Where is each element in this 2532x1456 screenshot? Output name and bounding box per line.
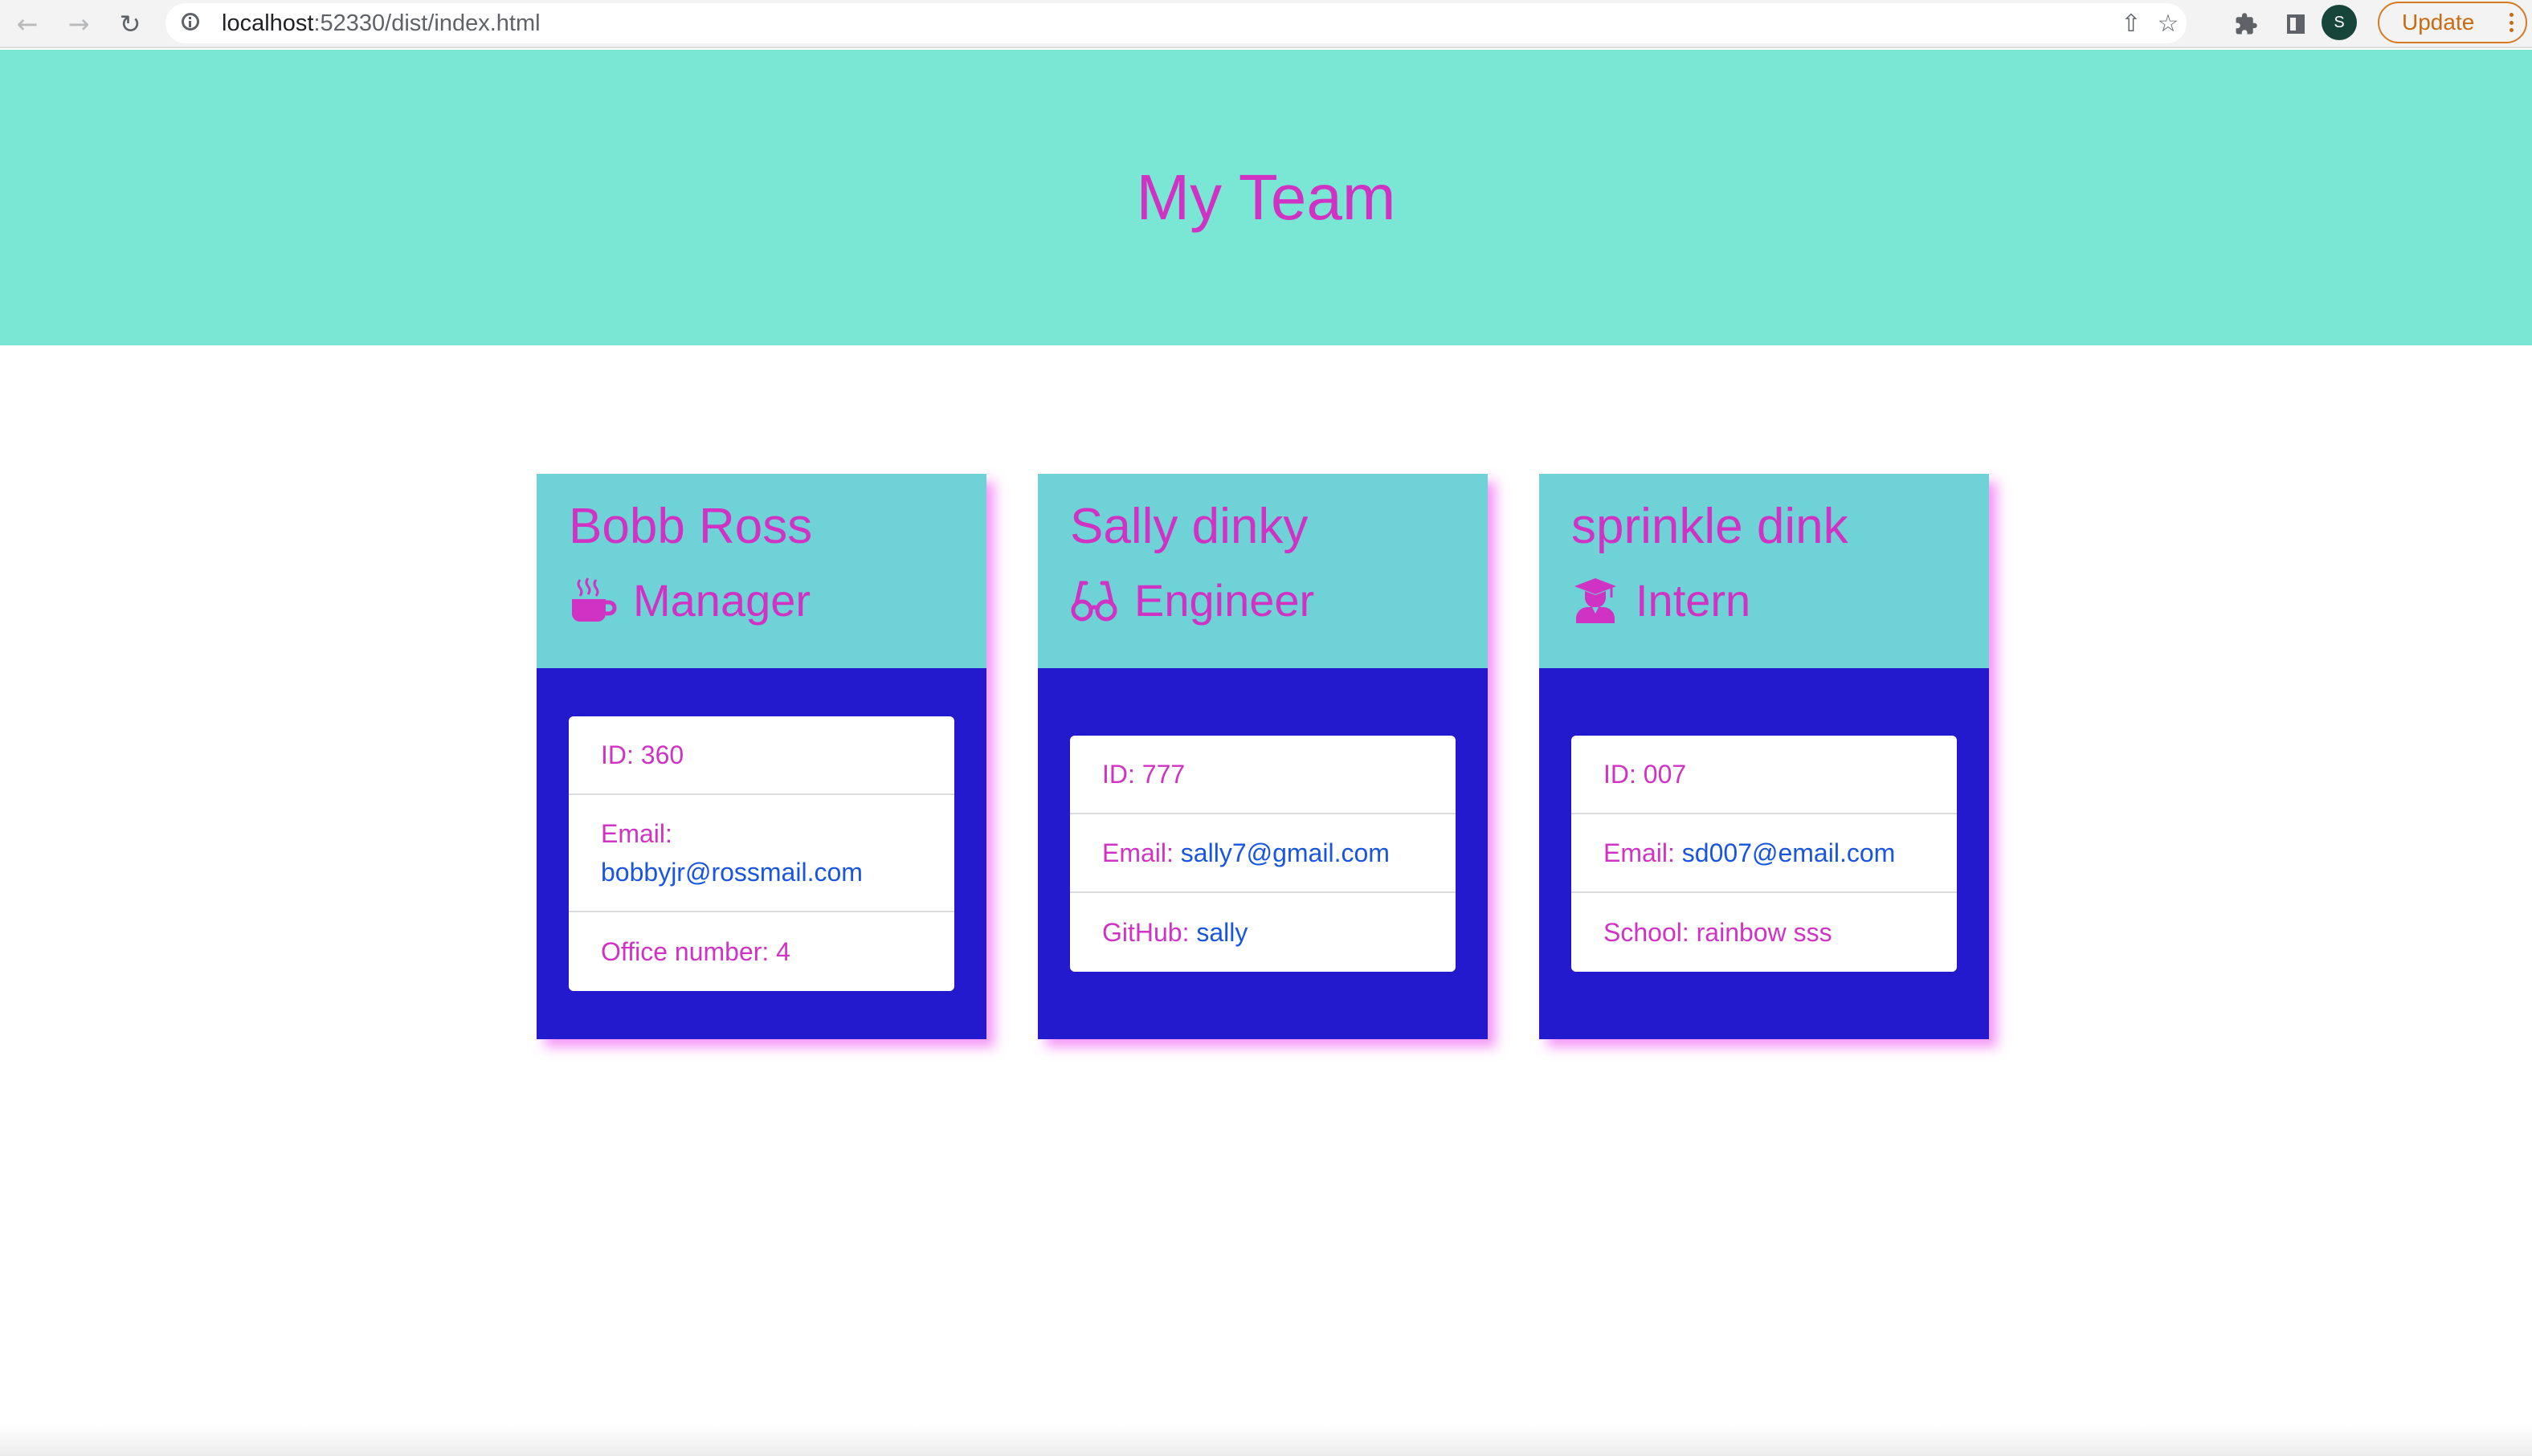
email-link[interactable]: sd007@email.com [1682,838,1895,867]
card-header: Sally dinky Engineer [1038,474,1488,668]
email-label: Email: [1102,838,1174,867]
github-label: GitHub: [1102,917,1190,947]
page-title: My Team [1136,161,1396,233]
url-path: :52330/dist/index.html [313,10,541,36]
employee-role-label: Engineer [1134,575,1315,626]
employee-role: Manager [569,575,954,626]
url-text[interactable]: localhost:52330/dist/index.html [222,3,541,43]
employee-office-number: Office number: 4 [569,912,954,991]
info-icon[interactable] [182,13,199,31]
employee-email: Email: sd007@email.com [1571,814,1957,893]
employee-role-label: Intern [1636,575,1751,626]
email-label: Email: [601,819,672,848]
employee-id: ID: 007 [1571,736,1957,814]
employee-id: ID: 360 [569,716,954,795]
star-icon[interactable]: ☆ [2154,10,2182,38]
employee-email: Email: sally7@gmail.com [1070,814,1456,893]
url-host: localhost [222,10,314,36]
employee-id-text: ID: 360 [601,740,684,769]
employee-card-manager: Bobb Ross Manager ID: 360 Email: bobbyjr… [537,474,986,1039]
graduate-icon [1574,578,1616,623]
window-bottom-edge [0,1425,2532,1456]
employee-github: GitHub: sally [1070,893,1456,972]
employee-name: Sally dinky [1070,499,1309,554]
update-button[interactable]: Update [2378,2,2527,43]
employee-name: Bobb Ross [569,499,813,554]
side-panel-icon[interactable] [2278,6,2314,42]
profile-avatar[interactable]: S [2322,5,2357,40]
reload-icon[interactable]: ↻ [112,6,148,42]
employee-card-engineer: Sally dinky Engineer ID: 777 Email: sall… [1038,474,1488,1039]
employee-details: ID: 007 Email: sd007@email.com School: r… [1571,736,1957,972]
glasses-icon [1071,581,1117,622]
employee-role-label: Manager [633,575,811,626]
forward-icon[interactable]: → [61,6,96,42]
team-header: My Team [0,50,2532,345]
employee-name: sprinkle dink [1571,499,1848,554]
share-icon[interactable]: ⇧ [2117,10,2145,38]
card-header: Bobb Ross Manager [537,474,986,668]
extensions-icon[interactable] [2228,6,2264,42]
employee-card-intern: sprinkle dink Intern ID: 007 Email: sd00… [1539,474,1989,1039]
email-label: Email: [1603,838,1675,867]
back-icon[interactable]: ← [10,6,45,42]
employee-details: ID: 777 Email: sally7@gmail.com GitHub: … [1070,736,1456,972]
employee-id-text: ID: 777 [1102,759,1186,789]
employee-details: ID: 360 Email: bobbyjr@rossmail.com Offi… [569,716,954,991]
card-header: sprinkle dink Intern [1539,474,1989,668]
update-label: Update [2402,10,2475,35]
school-text: School: rainbow sss [1603,917,1832,947]
mug-icon [572,577,617,622]
profile-initial: S [2334,13,2345,31]
browser-toolbar: ← → ↻ localhost:52330/dist/index.html ⇧ … [0,0,2532,48]
github-link[interactable]: sally [1196,918,1248,947]
employee-id-text: ID: 007 [1603,759,1687,789]
employee-role: Engineer [1070,575,1456,626]
employee-school: School: rainbow sss [1571,893,1957,972]
email-link[interactable]: bobbyjr@rossmail.com [601,858,863,887]
office-number-text: Office number: 4 [601,936,790,966]
email-link[interactable]: sally7@gmail.com [1181,838,1390,867]
employee-id: ID: 777 [1070,736,1456,814]
employee-email: Email: bobbyjr@rossmail.com [569,795,954,912]
menu-icon[interactable] [2510,13,2514,32]
employee-role: Intern [1571,575,1957,626]
address-bar[interactable]: localhost:52330/dist/index.html ⇧ ☆ [165,3,2187,43]
